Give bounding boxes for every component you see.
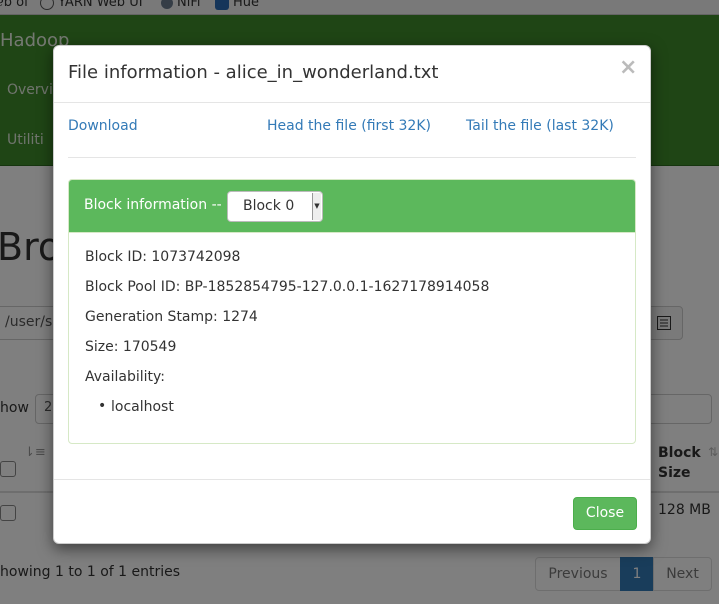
block-id: Block ID: 1073742098 [85,249,241,265]
close-button[interactable]: Close [573,497,637,530]
block-select-value: Block 0 [243,198,295,214]
modal-footer-divider [54,479,650,480]
download-link[interactable]: Download [68,118,138,134]
availability-host: localhost [98,398,174,415]
block-info-panel: Block information -- Block 0 ▼ Block ID:… [68,179,636,444]
panel-heading: Block information -- Block 0 ▼ [69,180,635,233]
block-info-label: Block information -- [84,197,222,213]
chevron-down-icon: ▼ [312,193,321,220]
file-info-modal: File information - alice_in_wonderland.t… [53,45,651,544]
tail-file-link[interactable]: Tail the file (last 32K) [466,118,614,134]
block-size: Size: 170549 [85,339,177,355]
generation-stamp: Generation Stamp: 1274 [85,309,258,325]
modal-title: File information - alice_in_wonderland.t… [68,62,439,83]
block-select[interactable]: Block 0 ▼ [227,191,323,222]
close-icon[interactable]: × [619,56,637,80]
availability-label: Availability: [85,369,166,385]
head-file-link[interactable]: Head the file (first 32K) [267,118,431,134]
block-pool-id: Block Pool ID: BP-1852854795-127.0.0.1-1… [85,279,490,295]
divider [68,157,636,158]
modal-header: File information - alice_in_wonderland.t… [54,46,650,103]
